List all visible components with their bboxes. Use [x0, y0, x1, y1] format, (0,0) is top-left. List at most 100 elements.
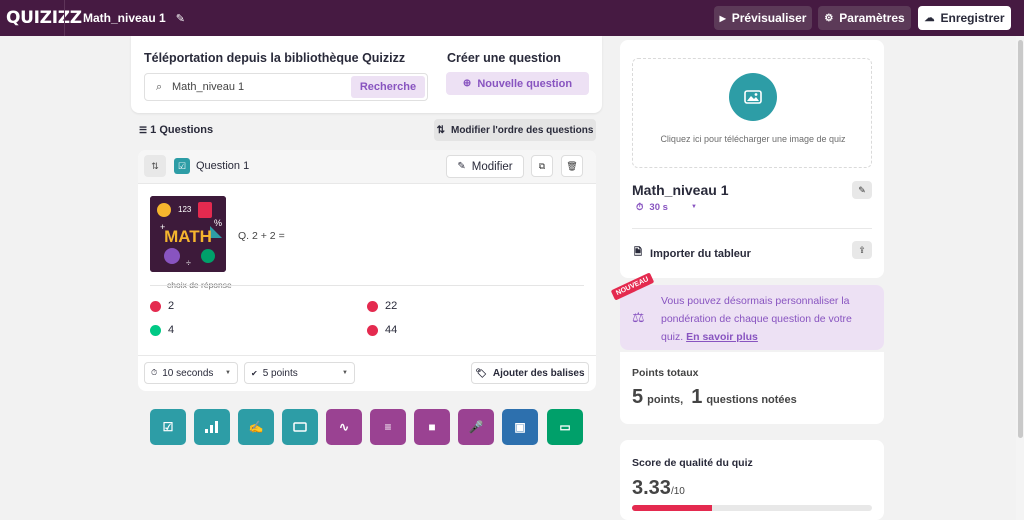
settings-label: Paramètres — [839, 11, 905, 25]
field-shape — [293, 422, 307, 432]
pencil-icon: ✎ — [457, 161, 466, 172]
new-question-button[interactable]: ⊕ Nouvelle question — [446, 72, 589, 95]
answer-choice: 22 — [367, 300, 397, 312]
svg-text:+: + — [160, 222, 165, 232]
sort-icon: ⇅ — [436, 124, 445, 136]
library-search: ⌕ Math_niveau 1 Recherche — [144, 73, 428, 101]
sidebar-quiz-title: Math_niveau 1 — [632, 182, 729, 198]
new-question-label: Nouvelle question — [477, 77, 573, 90]
answer-choice: 4 — [150, 324, 174, 336]
learn-more-link[interactable]: En savoir plus — [686, 331, 758, 343]
edit-title-icon[interactable]: ✎ — [852, 181, 872, 199]
edit-question-button[interactable]: ✎ Modifier — [446, 155, 524, 178]
list-icon: ☰ — [139, 125, 148, 135]
plus-circle-icon: ⊕ — [462, 78, 472, 89]
edit-question-label: Modifier — [471, 160, 513, 173]
library-title: Téléportation depuis la bibliothèque Qui… — [144, 51, 406, 65]
quiz-name[interactable]: Math_niveau 1 — [83, 11, 166, 25]
import-spreadsheet[interactable]: 🗎 Importer du tableur — [634, 245, 751, 262]
trash-icon[interactable]: 🗑 — [561, 155, 583, 177]
quality-progress-bar — [632, 505, 872, 511]
slide-icon[interactable]: ▣ — [502, 409, 538, 445]
total-points-value: 5 points, 1 questions notées — [632, 386, 797, 409]
chevron-down-icon[interactable]: ▼ — [691, 204, 697, 210]
preview-button[interactable]: ▶ Prévisualiser — [714, 6, 812, 30]
question-label: Question 1 — [196, 160, 250, 172]
total-points-label: Points totaux — [632, 367, 699, 379]
points-select[interactable]: ✔ 5 points ▼ — [244, 362, 355, 384]
answer-text: 4 — [168, 324, 175, 336]
presentation-icon[interactable]: ▭ — [547, 409, 583, 445]
settings-button[interactable]: ⚙ Paramètres — [818, 6, 911, 30]
promo-text: Vous pouvez désormais personnaliser la p… — [661, 292, 873, 346]
answer-text: 22 — [385, 300, 398, 312]
questions-count-label: 1 Questions — [150, 124, 214, 136]
math-image-text: MATH — [164, 227, 212, 246]
math-illustration: MATH + % ÷ 123 — [150, 196, 226, 272]
scrollbar-thumb[interactable] — [1018, 40, 1023, 438]
quizizz-logo[interactable]: QUIZIZZ — [0, 8, 82, 28]
answer-text: 2 — [168, 300, 175, 312]
reorder-questions-button[interactable]: ⇅ Modifier l'ordre des questions — [434, 119, 596, 141]
quality-number: 3.33 — [632, 477, 671, 499]
check-circle-icon: ✔ — [251, 368, 258, 378]
svg-text:÷: ÷ — [186, 258, 191, 268]
poll-icon[interactable] — [194, 409, 230, 445]
multiple-choice-icon[interactable]: ☑ — [150, 409, 186, 445]
tag-icon: 🏷 — [475, 367, 487, 378]
timer-icon: ⏱ — [151, 368, 158, 377]
incorrect-dot-icon — [367, 300, 378, 312]
cloud-upload-icon: ☁ — [924, 12, 935, 24]
open-field-icon[interactable] — [282, 409, 318, 445]
poll-bars — [205, 421, 218, 433]
import-label: Importer du tableur — [650, 247, 751, 260]
points-unit: points, — [647, 394, 684, 406]
timer-value: 30 s — [649, 202, 668, 213]
answer-choice: 44 — [367, 324, 397, 336]
incorrect-dot-icon — [150, 300, 161, 312]
timer-icon: ⏱ — [636, 202, 644, 213]
add-tags-button[interactable]: 🏷 Ajouter des balises — [471, 362, 589, 384]
svg-text:123: 123 — [178, 205, 192, 214]
sidebar-divider — [632, 228, 872, 229]
search-button[interactable]: Recherche — [351, 76, 425, 98]
search-input[interactable]: Math_niveau 1 — [172, 81, 244, 93]
drag-handle-icon[interactable]: ⇅ — [144, 155, 166, 177]
correct-dot-icon — [150, 324, 161, 336]
points-select-value: 5 points — [262, 367, 298, 379]
upload-icon[interactable]: ⇪ — [852, 241, 872, 259]
edit-name-icon[interactable]: ✎ — [176, 12, 185, 25]
search-icon: ⌕ — [156, 81, 163, 93]
points-number: 5 — [632, 386, 644, 408]
chevron-down-icon: ▼ — [342, 370, 348, 376]
answer-choice: 2 — [150, 300, 174, 312]
reorder-label: Modifier l'ordre des questions — [450, 124, 594, 136]
topbar-divider — [64, 0, 65, 36]
audio-icon[interactable]: 🎤 — [458, 409, 494, 445]
choices-divider — [150, 285, 584, 286]
quality-progress-fill — [632, 505, 712, 511]
save-button[interactable]: ☁ Enregistrer — [918, 6, 1011, 30]
gear-icon: ⚙ — [824, 12, 834, 24]
preview-label: Prévisualiser — [731, 11, 807, 25]
quiz-image-upload[interactable]: Cliquez ici pour télécharger une image d… — [632, 58, 872, 168]
incorrect-dot-icon — [367, 324, 378, 336]
upload-text: Cliquez ici pour télécharger une image d… — [660, 134, 846, 144]
fill-blank-icon[interactable]: ✍ — [238, 409, 274, 445]
draw-icon[interactable]: ∿ — [326, 409, 362, 445]
duplicate-icon[interactable]: ⧉ — [531, 155, 553, 177]
question-image: MATH + % ÷ 123 — [150, 196, 226, 272]
balance-scale-icon: ⚖ — [632, 309, 645, 325]
quiz-timer[interactable]: ⏱ 30 s — [636, 202, 668, 213]
svg-text:%: % — [214, 218, 222, 228]
video-icon[interactable]: ■ — [414, 409, 450, 445]
open-ended-icon[interactable]: ≡ — [370, 409, 406, 445]
quality-max: /10 — [670, 486, 685, 497]
time-select-value: 10 seconds — [162, 367, 214, 379]
time-select[interactable]: ⏱ 10 seconds ▼ — [144, 362, 238, 384]
image-upload-icon — [729, 73, 777, 121]
graded-unit: questions notées — [706, 394, 797, 406]
checkbox-icon: ☑ — [174, 158, 190, 174]
image-icon — [744, 90, 762, 104]
quality-score-label: Score de qualité du quiz — [632, 457, 753, 469]
